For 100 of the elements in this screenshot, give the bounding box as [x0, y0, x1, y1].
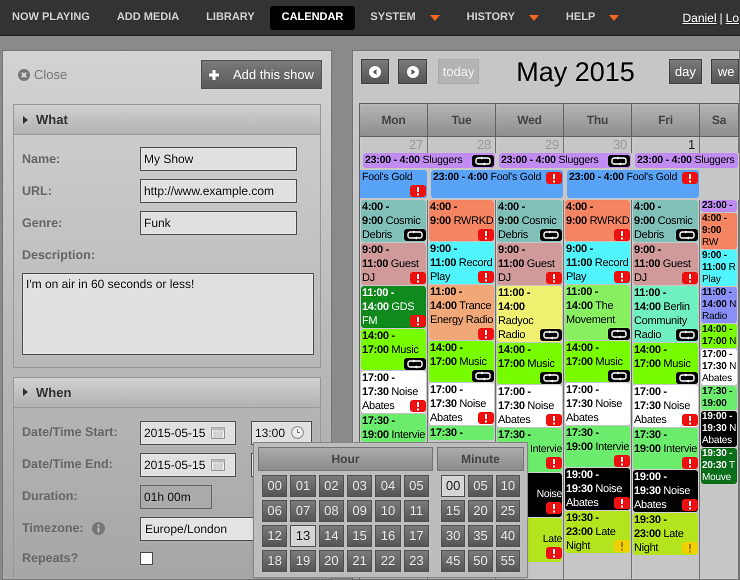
event-bar[interactable]: 23:00 - 4:00 Fool's Gold — [567, 170, 699, 198]
time-option[interactable]: 17 — [404, 525, 429, 547]
event-block[interactable]: 11:00 - 14:00 Radyoc Radio — [497, 286, 562, 342]
event-block[interactable]: 4:00 - 9:00 Cosmic Debris — [497, 200, 562, 242]
event-block[interactable]: 9:00 - 11:00 Guest DJ — [361, 243, 426, 285]
event-bar[interactable]: 23:00 - 4:00 Sluggers — [363, 153, 495, 168]
time-option[interactable]: 00 — [441, 475, 466, 497]
time-option[interactable]: 09 — [347, 500, 372, 522]
event-block[interactable]: 17:30 - 19:00 Intervie — [565, 426, 630, 467]
event-block[interactable]: 4:00 - 9:00 Cosmic Debris — [361, 200, 426, 242]
view-button[interactable]: we — [710, 59, 739, 84]
text-field[interactable]: http://www.example.com — [140, 179, 297, 203]
event-block[interactable]: 19:00 - 19:30 Noise Abates — [565, 468, 630, 510]
event-block[interactable]: 23:00 - — [701, 200, 737, 212]
time-option[interactable]: 05 — [468, 475, 493, 497]
repeats-checkbox[interactable] — [140, 552, 153, 565]
add-show-button[interactable]: Add this show — [201, 60, 322, 89]
time-option[interactable]: 19 — [290, 550, 316, 572]
time-option[interactable]: 20 — [468, 500, 493, 522]
event-block[interactable]: 17:00 - 17:30 Noise Abates — [497, 385, 562, 427]
time-option[interactable]: 40 — [496, 525, 520, 547]
time-option[interactable]: 13 — [290, 525, 316, 547]
event-block[interactable]: 11:00 - 14:00 The Movement — [565, 285, 630, 340]
time-option[interactable]: 07 — [290, 500, 316, 522]
time-option[interactable]: 21 — [347, 550, 372, 572]
event-block[interactable]: 11:00 - 14:00 GDS FM — [361, 286, 426, 328]
nav-tab[interactable]: ADD MEDIA — [104, 6, 192, 30]
event-block[interactable]: 17:00 - 17:30 Noise Abates — [565, 383, 630, 425]
time-option[interactable]: 30 — [441, 525, 466, 547]
event-bar[interactable]: 23:00 - 4:00 Fool's Gold — [431, 170, 563, 198]
event-block[interactable]: 14:00 - 17:00 Music — [565, 341, 630, 382]
text-field[interactable]: My Show — [140, 147, 297, 171]
time-option[interactable]: 06 — [262, 500, 288, 522]
event-bar[interactable]: 23:00 - 4:00 Sluggers — [635, 153, 738, 168]
event-block[interactable]: 4:00 - 9:00 RWRKD — [565, 200, 630, 241]
event-block[interactable]: 14:00 - 17:00 Music — [633, 343, 698, 384]
time-option[interactable]: 00 — [262, 475, 288, 497]
event-block[interactable]: 4:00 - 9:00 RWRKD — [429, 200, 494, 241]
event-block[interactable]: 9:00 - 11:00 Record Play — [565, 242, 630, 284]
event-block[interactable]: 19:00 - 19:30 N Abates — [701, 411, 737, 447]
event-block[interactable]: 9:00 - 11:00 R Play — [701, 250, 737, 286]
event-block[interactable]: 17:30 - 19:00 Intervie — [633, 428, 698, 469]
time-option[interactable]: 05 — [404, 475, 429, 497]
time-option[interactable]: 23 — [404, 550, 429, 572]
time-option[interactable]: 55 — [496, 550, 520, 572]
event-block[interactable]: 19:00 - 19:30 Noise Abates — [633, 470, 698, 512]
event-block[interactable]: 17:30 - — [429, 426, 494, 440]
section-header[interactable]: When — [14, 378, 320, 408]
nav-tab[interactable]: SYSTEM — [358, 6, 452, 30]
time-option[interactable]: 22 — [375, 550, 401, 572]
next-button[interactable] — [398, 59, 427, 84]
event-block[interactable]: 19:30 - 20:30 T Mouve — [701, 448, 737, 484]
event-block[interactable]: 19:30 - 23:00 Late Night — [633, 513, 698, 555]
time-option[interactable]: 03 — [347, 475, 372, 497]
event-block[interactable]: 14:00 - 17:00 Music — [429, 341, 494, 382]
event-block[interactable]: 11:00 - 14:00 Trance Energy Radio — [429, 285, 494, 340]
event-block[interactable]: 14:00 - 17:00 Music — [361, 329, 426, 370]
date-field[interactable]: 2015-05-15 — [140, 420, 236, 445]
event-block[interactable]: 17:00 - 17:30 N Abates — [701, 349, 737, 385]
event-block[interactable]: 17:00 - 17:30 Noise Abates — [429, 383, 494, 425]
nav-tab[interactable]: HELP — [554, 6, 632, 30]
event-block[interactable]: 17:00 - 17:30 Noise Abates — [633, 385, 698, 427]
time-option[interactable]: 10 — [375, 500, 401, 522]
user-link[interactable]: Daniel — [682, 8, 717, 26]
time-option[interactable]: 15 — [441, 500, 466, 522]
nav-tab[interactable]: NOW PLAYING — [0, 6, 102, 30]
event-block[interactable]: 17:30 - 19:00 — [701, 386, 737, 410]
logout-link[interactable]: Lo — [726, 8, 739, 26]
nav-tab[interactable]: HISTORY — [454, 6, 551, 30]
event-bar[interactable]: 23:00 - 4:00 Sluggers — [499, 153, 631, 168]
event-block[interactable]: 17:00 - 17:30 Noise Abates — [361, 371, 426, 413]
time-option[interactable]: 10 — [496, 475, 520, 497]
event-block[interactable]: 9:00 - 11:00 Guest DJ — [497, 243, 562, 285]
time-option[interactable]: 11 — [404, 500, 429, 522]
event-block[interactable]: 4:00 - 9:00 Cosmic Debris — [633, 200, 698, 242]
event-block[interactable]: 11:00 - 14:00 N Radio — [701, 287, 737, 323]
event-block[interactable]: 19:30 - 23:00 Late Night — [565, 511, 630, 553]
event-block[interactable]: 9:00 - 11:00 Record Play — [429, 242, 494, 284]
time-option[interactable]: 14 — [318, 525, 344, 547]
event-block[interactable]: 11:00 - 14:00 Berlin Community Radio — [633, 286, 698, 342]
time-option[interactable]: 08 — [318, 500, 344, 522]
time-field[interactable]: 13:00 — [251, 420, 312, 445]
event-block[interactable]: 9:00 - 11:00 Guest DJ — [633, 243, 698, 285]
date-field[interactable]: 2015-05-15 — [140, 452, 236, 477]
nav-tab[interactable]: CALENDAR — [270, 6, 356, 30]
event-block[interactable]: 14:00 - 17:00 N — [701, 324, 737, 348]
previous-button[interactable] — [361, 59, 390, 84]
description-field[interactable]: I'm on air in 60 seconds or less! — [22, 272, 314, 355]
time-option[interactable]: 20 — [318, 550, 344, 572]
time-option[interactable]: 25 — [496, 500, 520, 522]
time-option[interactable]: 01 — [290, 475, 316, 497]
event-block[interactable]: 14:00 - 17:00 Music — [497, 343, 562, 384]
time-option[interactable]: 02 — [318, 475, 344, 497]
event-bar[interactable]: Fool's Gold — [360, 170, 427, 198]
time-option[interactable]: 35 — [468, 525, 493, 547]
time-option[interactable]: 50 — [468, 550, 493, 572]
nav-tab[interactable]: LIBRARY — [194, 6, 267, 30]
time-option[interactable]: 18 — [262, 550, 288, 572]
time-option[interactable]: 45 — [441, 550, 466, 572]
time-option[interactable]: 04 — [375, 475, 401, 497]
